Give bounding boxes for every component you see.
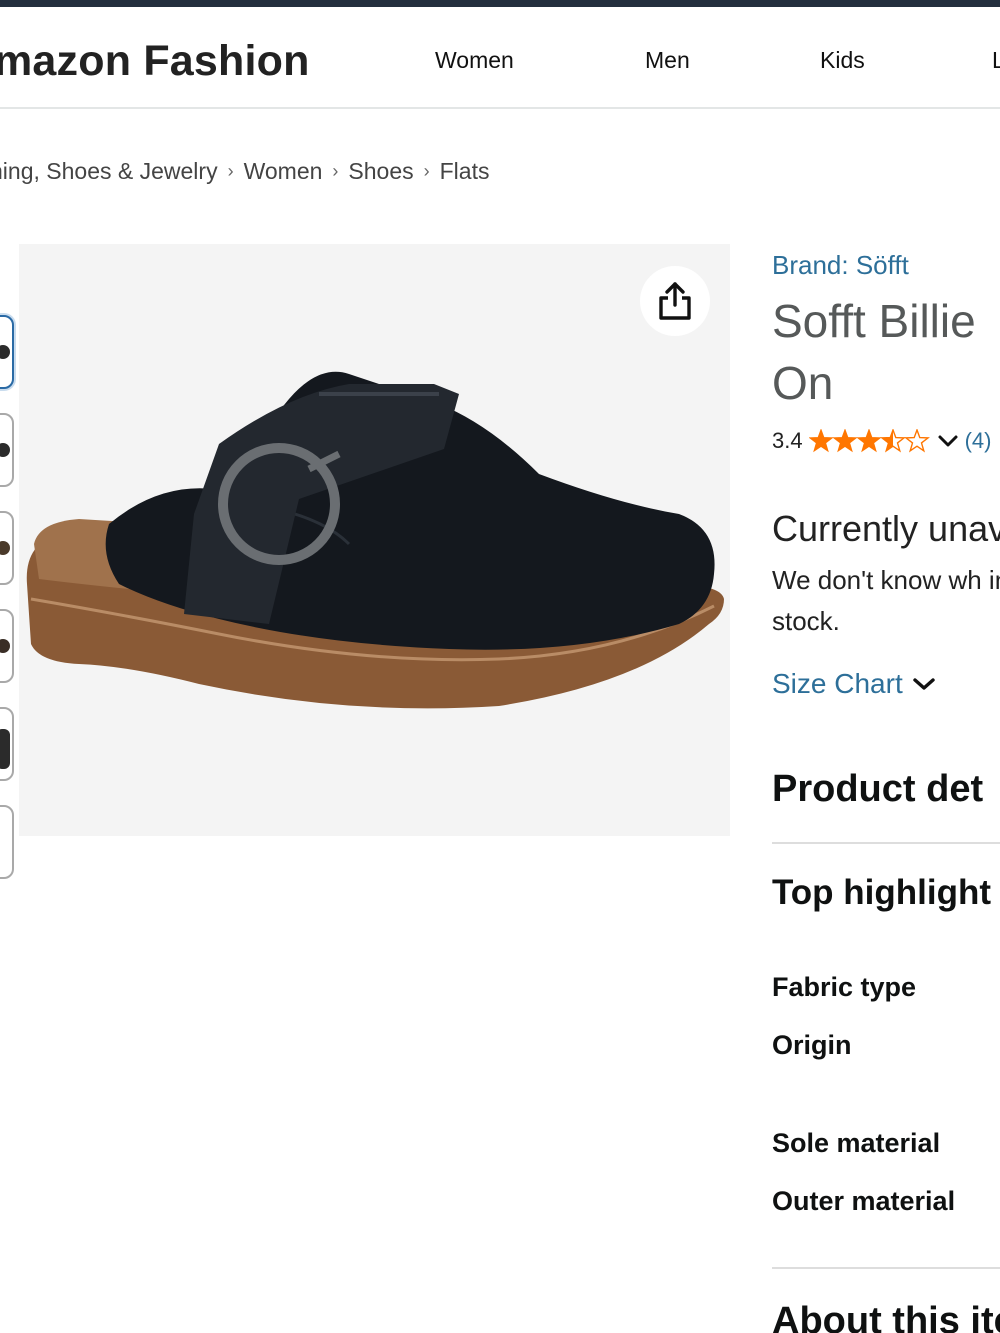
product-info-panel: Brand: Söfft Sofft Billie On 3.4 (4) Cur… xyxy=(772,0,1000,1333)
breadcrumb-separator: › xyxy=(332,161,339,181)
divider xyxy=(772,842,1000,844)
breadcrumb-flats[interactable]: Flats xyxy=(440,158,490,184)
nav-men[interactable]: Men xyxy=(645,47,690,74)
product-title: Sofft Billie On xyxy=(772,290,1000,414)
stock-note: We don't know wh in stock. xyxy=(772,565,1000,636)
brand-link[interactable]: Brand: Söfft xyxy=(772,250,909,281)
stars-icon xyxy=(808,429,929,452)
thumbnail-image xyxy=(0,729,10,769)
product-details-heading: Product det xyxy=(772,768,984,810)
breadcrumb-separator: › xyxy=(423,161,430,181)
rating-summary[interactable]: 3.4 (4) xyxy=(772,428,991,454)
thumbnail-image xyxy=(0,345,10,359)
divider xyxy=(772,1267,1000,1269)
spec-origin: Origin xyxy=(772,1030,852,1060)
about-this-item-heading: About this ite xyxy=(772,1300,1000,1333)
thumbnail-5[interactable] xyxy=(0,707,14,781)
product-image[interactable] xyxy=(19,244,730,836)
rating-count-link[interactable]: (4) xyxy=(965,428,992,454)
thumbnail-image xyxy=(0,541,10,555)
amazon-fashion-logo[interactable]: mazon Fashion xyxy=(0,37,310,86)
thumbnail-image xyxy=(0,443,10,457)
thumbnail-3[interactable] xyxy=(0,511,14,585)
thumbnail-2[interactable] xyxy=(0,413,14,487)
spec-sole-material: Sole material xyxy=(772,1128,941,1158)
chevron-down-icon xyxy=(913,678,935,690)
breadcrumb-shoes[interactable]: Shoes xyxy=(348,158,413,184)
breadcrumb-women[interactable]: Women xyxy=(244,158,323,184)
thumbnail-4[interactable] xyxy=(0,609,14,683)
chevron-down-icon[interactable] xyxy=(937,433,959,449)
breadcrumb-separator: › xyxy=(227,161,234,181)
product-title-line1: Sofft Billie xyxy=(772,295,976,347)
thumbnail-1[interactable] xyxy=(0,315,14,389)
thumbnail-image xyxy=(0,639,10,653)
top-highlights-heading: Top highlight xyxy=(772,873,991,912)
shoe-image xyxy=(26,371,724,709)
product-title-line2: On xyxy=(772,357,834,409)
share-icon xyxy=(659,282,691,320)
size-chart-link[interactable]: Size Chart xyxy=(772,668,937,700)
rating-value: 3.4 xyxy=(772,428,803,453)
star-rating-icon xyxy=(808,429,931,453)
nav-women[interactable]: Women xyxy=(435,47,514,74)
breadcrumb: hing, Shoes & Jewelry › Women › Shoes › Flats xyxy=(0,158,489,185)
spec-outer-material: Outer material xyxy=(772,1186,956,1216)
size-chart-label: Size Chart xyxy=(772,668,903,699)
thumbnail-6[interactable] xyxy=(0,805,14,879)
availability-status: Currently unav xyxy=(772,508,1000,549)
breadcrumb-category[interactable]: hing, Shoes & Jewelry xyxy=(0,158,218,184)
share-button[interactable] xyxy=(640,266,710,336)
spec-fabric-type: Fabric type xyxy=(772,972,917,1002)
